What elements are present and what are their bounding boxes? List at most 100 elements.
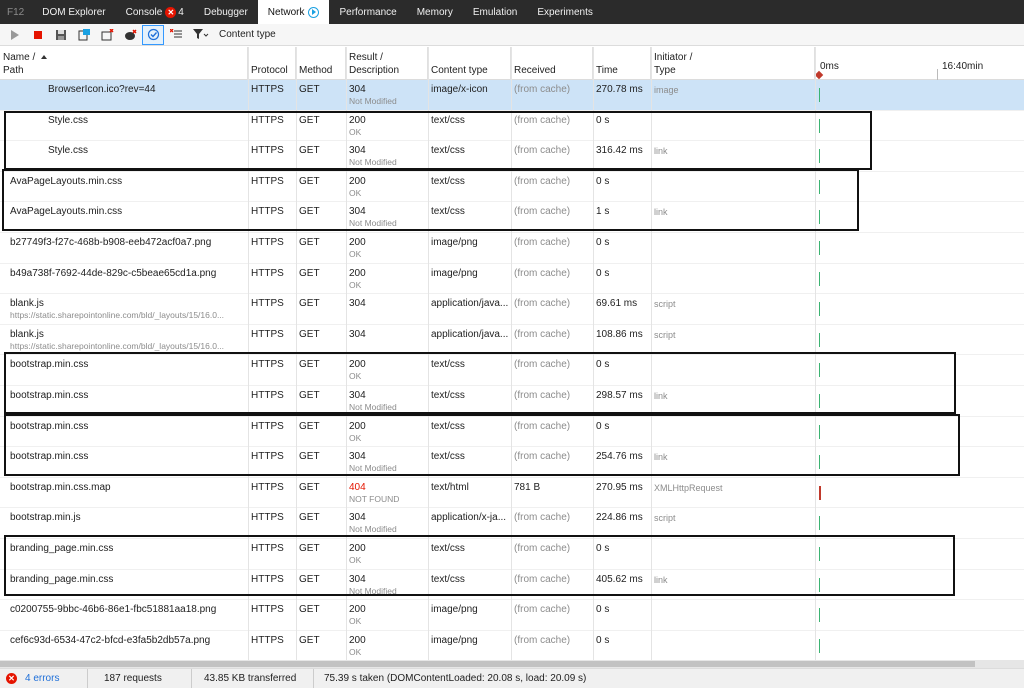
name-value: BrowserIcon.ico?rev=44 (48, 84, 156, 95)
column-time-label: Time (596, 65, 618, 76)
tab-console[interactable]: Console ✕ 4 (116, 0, 194, 24)
table-row[interactable]: b49a738f-7692-44de-829c-c5beae65cd1a.png… (0, 264, 1024, 295)
table-row[interactable]: bootstrap.min.css.map HTTPS GET 404 NOT FOUN… (0, 478, 1024, 509)
protocol-value: HTTPS (251, 634, 284, 646)
column-header-content-type[interactable]: Content type (428, 47, 511, 80)
play-icon[interactable] (4, 25, 26, 45)
name-value: blank.js (10, 328, 44, 340)
tab-network[interactable]: Network (257, 0, 330, 24)
cell-protocol: HTTPS (248, 80, 296, 110)
stop-icon[interactable] (27, 25, 49, 45)
column-header-time[interactable]: Time (593, 47, 651, 80)
initiator-value: XMLHttpRequest (654, 482, 723, 493)
column-header-timeline[interactable]: 0ms 16:40min (814, 47, 1024, 80)
column-received-label: Received (514, 65, 556, 76)
table-row[interactable]: blank.js https://static.sharepointonline.… (0, 294, 1024, 325)
cell-name: bootstrap.min.css.map (0, 478, 248, 508)
column-content-type-label: Content type (431, 65, 488, 76)
clear-cache-icon[interactable] (96, 25, 118, 45)
tab-console-label: Console (125, 6, 163, 18)
column-header-protocol[interactable]: Protocol (248, 47, 296, 80)
f12-label: F12 (7, 6, 25, 18)
cell-name: c0200755-9bbc-46b6-86e1-fbc51881aa18.png (0, 600, 248, 630)
cell-result: 200 OK (346, 264, 428, 294)
received-value: 781 B (514, 481, 541, 493)
tab-network-label: Network (267, 6, 305, 18)
content-type-value: text/html (431, 481, 469, 493)
content-type-filter-label[interactable]: Content type (219, 29, 276, 40)
table-row[interactable]: b27749f3-f27c-468b-b908-eeb472acf0a7.png… (0, 233, 1024, 264)
tab-emulation[interactable]: Emulation (463, 0, 527, 24)
column-type-label: Type (654, 65, 676, 76)
cell-name: bootstrap.min.js (0, 508, 248, 538)
result-value: 304 (349, 84, 366, 95)
time-value: 224.86 ms (596, 512, 643, 524)
cell-result: 200 OK (346, 233, 428, 263)
time-value: 0 s (596, 634, 610, 646)
tab-debugger[interactable]: Debugger (194, 0, 258, 24)
horizontal-scrollbar[interactable] (0, 660, 1024, 668)
export-icon[interactable] (165, 25, 187, 45)
console-error-count: 4 (178, 6, 184, 18)
column-header-method[interactable]: Method (296, 47, 346, 80)
sort-ascending-icon (41, 55, 48, 60)
clear-cookies-icon[interactable] (119, 25, 141, 45)
name-value: c0200755-9bbc-46b6-86e1-fbc51881aa18.png (10, 604, 217, 616)
time-value: 0 s (596, 237, 610, 248)
method-value: GET (299, 84, 320, 95)
errors-status[interactable]: ✕ 4 errors (0, 669, 88, 688)
tab-dom-explorer[interactable]: DOM Explorer (32, 0, 115, 24)
cell-time: 0 s (593, 631, 651, 660)
column-header-name[interactable]: Name / Path (0, 47, 248, 80)
result-value: 200 (349, 634, 366, 646)
clear-entries-icon[interactable] (73, 25, 95, 45)
table-row[interactable]: cef6c93d-6534-47c2-bfcd-e3fa5b2db57a.png… (0, 631, 1024, 660)
description-value: Not Modified (349, 524, 397, 535)
errors-count[interactable]: 4 errors (25, 673, 59, 684)
cell-time: 0 s (593, 233, 651, 263)
cell-method: GET (296, 478, 346, 508)
cell-content-type: application/java... (428, 325, 511, 355)
annotation-box (4, 352, 956, 414)
tab-memory[interactable]: Memory (407, 0, 463, 24)
always-refresh-icon[interactable] (142, 24, 164, 45)
cell-result: 304 Not Modified (346, 508, 428, 538)
cell-name: b49a738f-7692-44de-829c-c5beae65cd1a.png (0, 264, 248, 294)
result-value: 304 (349, 512, 366, 524)
annotation-box (4, 111, 872, 170)
table-row[interactable]: BrowserIcon.ico?rev=44 HTTPS GET 304 Not Mod… (0, 80, 1024, 111)
method-value: GET (299, 481, 320, 493)
cell-initiator: script (651, 325, 815, 355)
received-value: (from cache) (514, 512, 571, 524)
cell-name: blank.js https://static.sharepointonline.… (0, 325, 248, 355)
column-header-result[interactable]: Result / Description (346, 47, 428, 80)
column-header-received[interactable]: Received (511, 47, 593, 80)
cell-method: GET (296, 80, 346, 110)
cell-content-type: application/java... (428, 294, 511, 324)
transferred-size: 43.85 KB transferred (192, 669, 314, 688)
cell-received: (from cache) (511, 325, 593, 355)
scrollbar-thumb[interactable] (0, 661, 975, 667)
cell-received: (from cache) (511, 508, 593, 538)
method-value: GET (299, 512, 320, 524)
column-header-initiator[interactable]: Initiator / Type (651, 47, 815, 80)
tab-experiments[interactable]: Experiments (527, 0, 603, 24)
table-row[interactable]: blank.js https://static.sharepointonline.… (0, 325, 1024, 356)
table-row[interactable]: c0200755-9bbc-46b6-86e1-fbc51881aa18.png… (0, 600, 1024, 631)
timeline-end-label: 16:40min (942, 61, 984, 72)
description-value: Not Modified (349, 96, 397, 106)
save-icon[interactable] (50, 25, 72, 45)
tab-performance[interactable]: Performance (329, 0, 406, 24)
cell-initiator: XMLHttpRequest (651, 478, 815, 508)
cell-time: 224.86 ms (593, 508, 651, 538)
protocol-value: HTTPS (251, 604, 284, 616)
filter-icon[interactable] (188, 25, 214, 45)
cell-method: GET (296, 264, 346, 294)
result-value: 304 (349, 328, 366, 340)
cell-time: 108.86 ms (593, 325, 651, 355)
received-value: (from cache) (514, 84, 571, 95)
cell-method: GET (296, 600, 346, 630)
cell-result: 200 OK (346, 600, 428, 630)
column-method-label: Method (299, 65, 333, 76)
column-initiator-label: Initiator / (654, 52, 693, 63)
